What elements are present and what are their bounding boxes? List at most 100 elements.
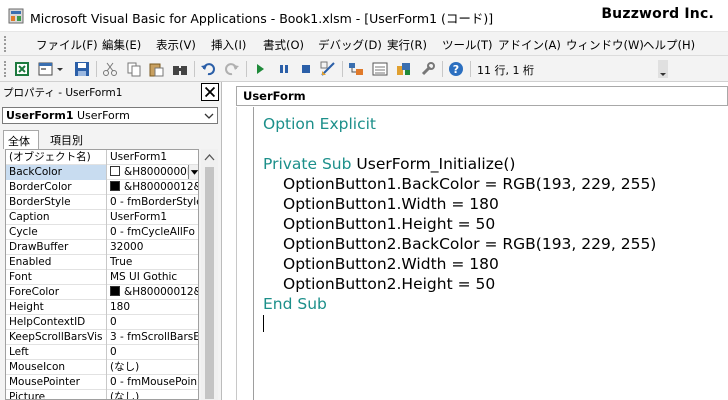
property-value[interactable]: 0 - fmBorderStyle	[108, 195, 198, 210]
menu-tools[interactable]: ツール(T)	[442, 37, 493, 53]
copy-icon[interactable]	[126, 61, 142, 77]
insert-dropdown-icon[interactable]	[56, 61, 64, 77]
property-row[interactable]: KeepScrollBarsVis 3 - fmScrollBarsE	[6, 330, 198, 345]
property-row[interactable]: BackColor &H8000000I	[6, 165, 199, 180]
menu-file[interactable]: ファイル(F)	[36, 37, 98, 53]
property-value[interactable]: UserForm1	[108, 210, 198, 225]
property-row[interactable]: Font MS UI Gothic	[6, 270, 198, 285]
property-row[interactable]: BorderStyle 0 - fmBorderStyle	[6, 195, 198, 210]
menu-debug[interactable]: デバッグ(D)	[318, 37, 382, 53]
menu-view[interactable]: 表示(V)	[156, 37, 196, 53]
property-value[interactable]: 0	[108, 315, 198, 330]
scroll-up-icon[interactable]	[204, 153, 215, 161]
property-value[interactable]: 0	[108, 345, 198, 360]
menu-window[interactable]: ウィンドウ(W)	[566, 37, 644, 53]
properties-window-icon[interactable]	[372, 61, 388, 77]
vba-app-icon	[8, 8, 24, 24]
object-type: UserForm	[77, 109, 130, 122]
code-margin-line	[236, 107, 237, 400]
property-value[interactable]: &H80000012&	[108, 180, 198, 195]
cut-icon[interactable]	[102, 61, 118, 77]
code-keyword: Option Explicit	[263, 115, 376, 133]
property-value[interactable]: UserForm1	[108, 150, 198, 165]
property-row[interactable]: DrawBuffer 32000	[6, 240, 198, 255]
property-name: Cycle	[6, 225, 107, 240]
property-name: Picture	[6, 390, 107, 399]
find-icon[interactable]	[172, 61, 188, 77]
property-row[interactable]: Caption UserForm1	[6, 210, 198, 225]
property-value[interactable]: 180	[108, 300, 198, 315]
property-row[interactable]: Height 180	[6, 300, 198, 315]
menu-help[interactable]: ヘルプ(H)	[643, 37, 695, 53]
toolbar-separator	[194, 61, 195, 77]
tab-alphabetic[interactable]: 全体	[3, 130, 39, 149]
help-icon[interactable]: ?	[448, 61, 464, 77]
property-value[interactable]: True	[108, 255, 198, 270]
code-object-selector[interactable]: UserForm	[236, 86, 728, 106]
property-row[interactable]: Picture (なし)	[6, 390, 198, 399]
property-name: MousePointer	[6, 375, 107, 390]
object-browser-icon[interactable]	[396, 61, 412, 77]
property-row[interactable]: MousePointer 0 - fmMousePoin	[6, 375, 198, 390]
save-icon[interactable]	[74, 61, 90, 77]
property-name: (オブジェクト名)	[6, 150, 107, 165]
menu-addins[interactable]: アドイン(A)	[498, 37, 561, 53]
design-mode-icon[interactable]	[320, 61, 336, 77]
property-value[interactable]: 3 - fmScrollBarsE	[108, 330, 198, 345]
property-value[interactable]: MS UI Gothic	[108, 270, 198, 285]
toolbar-options-icon[interactable]	[658, 60, 668, 78]
insert-userform-icon[interactable]	[38, 61, 54, 77]
svg-text:?: ?	[453, 63, 459, 76]
properties-scrollbar[interactable]	[201, 149, 218, 400]
property-name: BorderStyle	[6, 195, 107, 210]
property-row[interactable]: BorderColor &H80000012&	[6, 180, 198, 195]
code-margin[interactable]	[230, 107, 254, 400]
text-caret	[263, 315, 264, 332]
standard-toolbar: ? 11 行, 1 桁	[0, 56, 728, 82]
undo-icon[interactable]	[200, 61, 216, 77]
property-value[interactable]: &H8000000I	[108, 165, 199, 180]
property-value[interactable]: 0 - fmCycleAllFo	[108, 225, 198, 240]
run-icon[interactable]	[252, 61, 268, 77]
toolbar-grip[interactable]	[4, 61, 7, 77]
property-row[interactable]: Cycle 0 - fmCycleAllFo	[6, 225, 198, 240]
property-row[interactable]: Left 0	[6, 345, 198, 360]
paste-icon[interactable]	[148, 61, 164, 77]
menu-format[interactable]: 書式(O)	[263, 37, 304, 53]
close-icon[interactable]	[201, 83, 219, 101]
property-row[interactable]: HelpContextID 0	[6, 315, 198, 330]
code-text: OptionButton2.Width = 180	[283, 255, 499, 273]
color-swatch	[110, 286, 120, 296]
toolbar-separator	[96, 61, 97, 77]
scrollbar-thumb[interactable]	[205, 167, 214, 399]
cursor-position: 11 行, 1 桁	[477, 64, 534, 77]
menu-insert[interactable]: 挿入(I)	[211, 37, 246, 53]
dropdown-arrow-icon[interactable]	[188, 165, 199, 179]
code-editor[interactable]: Option Explicit Private Sub UserForm_Ini…	[263, 114, 723, 334]
object-name: UserForm1	[6, 109, 74, 122]
menu-edit[interactable]: 編集(E)	[102, 37, 141, 53]
tab-categorized[interactable]: 項目別	[46, 130, 94, 149]
property-row[interactable]: Enabled True	[6, 255, 198, 270]
menu-grip[interactable]	[4, 36, 7, 52]
toolbox-icon[interactable]	[420, 61, 436, 77]
property-value[interactable]: (なし)	[108, 360, 198, 375]
property-value[interactable]: 0 - fmMousePoin	[108, 375, 198, 390]
redo-icon[interactable]	[224, 61, 240, 77]
code-text: OptionButton1.Height = 50	[283, 215, 496, 233]
reset-icon[interactable]	[298, 61, 314, 77]
object-selector[interactable]: UserForm1 UserForm	[2, 107, 218, 124]
code-line: End Sub	[263, 294, 723, 314]
title-bar: Microsoft Visual Basic for Applications …	[0, 0, 728, 32]
project-explorer-icon[interactable]	[348, 61, 364, 77]
property-value[interactable]: 32000	[108, 240, 198, 255]
color-swatch	[110, 181, 120, 191]
property-row[interactable]: MouseIcon (なし)	[6, 360, 198, 375]
property-value[interactable]: (なし)	[108, 390, 198, 399]
break-icon[interactable]	[276, 61, 292, 77]
property-row[interactable]: (オブジェクト名) UserForm1	[6, 150, 198, 165]
property-row[interactable]: ForeColor &H80000012&	[6, 285, 198, 300]
menu-run[interactable]: 実行(R)	[387, 37, 427, 53]
property-value[interactable]: &H80000012&	[108, 285, 198, 300]
excel-view-icon[interactable]	[14, 61, 30, 77]
